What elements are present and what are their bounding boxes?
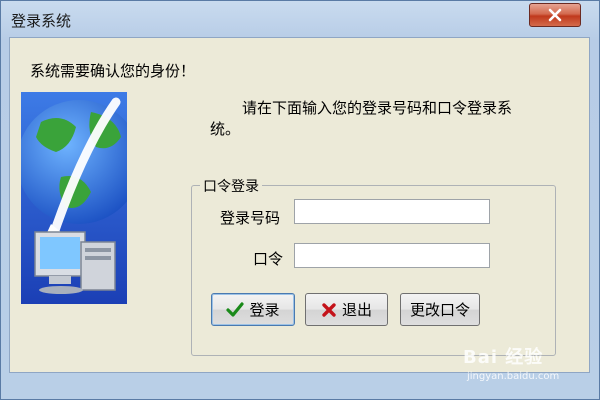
password-login-group: 口令登录 登录号码 口令 登录 退出 更改口令	[191, 176, 556, 356]
x-icon	[322, 302, 336, 317]
instruction-text: 请在下面输入您的登录号码和口令登录系统。	[210, 99, 513, 138]
login-button-label: 登录	[249, 301, 280, 319]
watermark-brand: Bai 经验	[463, 347, 544, 368]
baidu-watermark: Bai 经验 jingyan.baidu.com	[463, 339, 598, 394]
dialog-body: 系统需要确认您的身份！ 请在下面输入您的登录号码和口令登录系统。 口令登录 登录…	[9, 37, 590, 373]
change-password-button[interactable]: 更改口令	[400, 293, 480, 326]
password-label: 口令	[253, 250, 284, 268]
login-button[interactable]: 登录	[211, 293, 295, 326]
login-window: 登录系统 系统需要确认您的身份！ 请在下面输入您的登录号码和口令登录系统。 口令…	[0, 0, 600, 400]
window-title: 登录系统	[11, 12, 72, 30]
checkmark-icon	[226, 301, 245, 317]
login-number-label: 登录号码	[220, 209, 281, 227]
exit-button[interactable]: 退出	[305, 293, 388, 326]
close-button[interactable]	[529, 3, 581, 27]
identity-prompt: 系统需要确认您的身份！	[30, 62, 196, 80]
password-input[interactable]	[294, 243, 490, 268]
login-number-input[interactable]	[294, 199, 490, 224]
close-icon	[548, 8, 562, 22]
watermark-url: jingyan.baidu.com	[467, 371, 560, 382]
change-password-label: 更改口令	[409, 301, 470, 319]
exit-button-label: 退出	[341, 301, 372, 319]
globe-computer-icon	[21, 92, 127, 304]
title-bar[interactable]: 登录系统	[1, 1, 599, 37]
group-legend: 口令登录	[200, 176, 262, 196]
